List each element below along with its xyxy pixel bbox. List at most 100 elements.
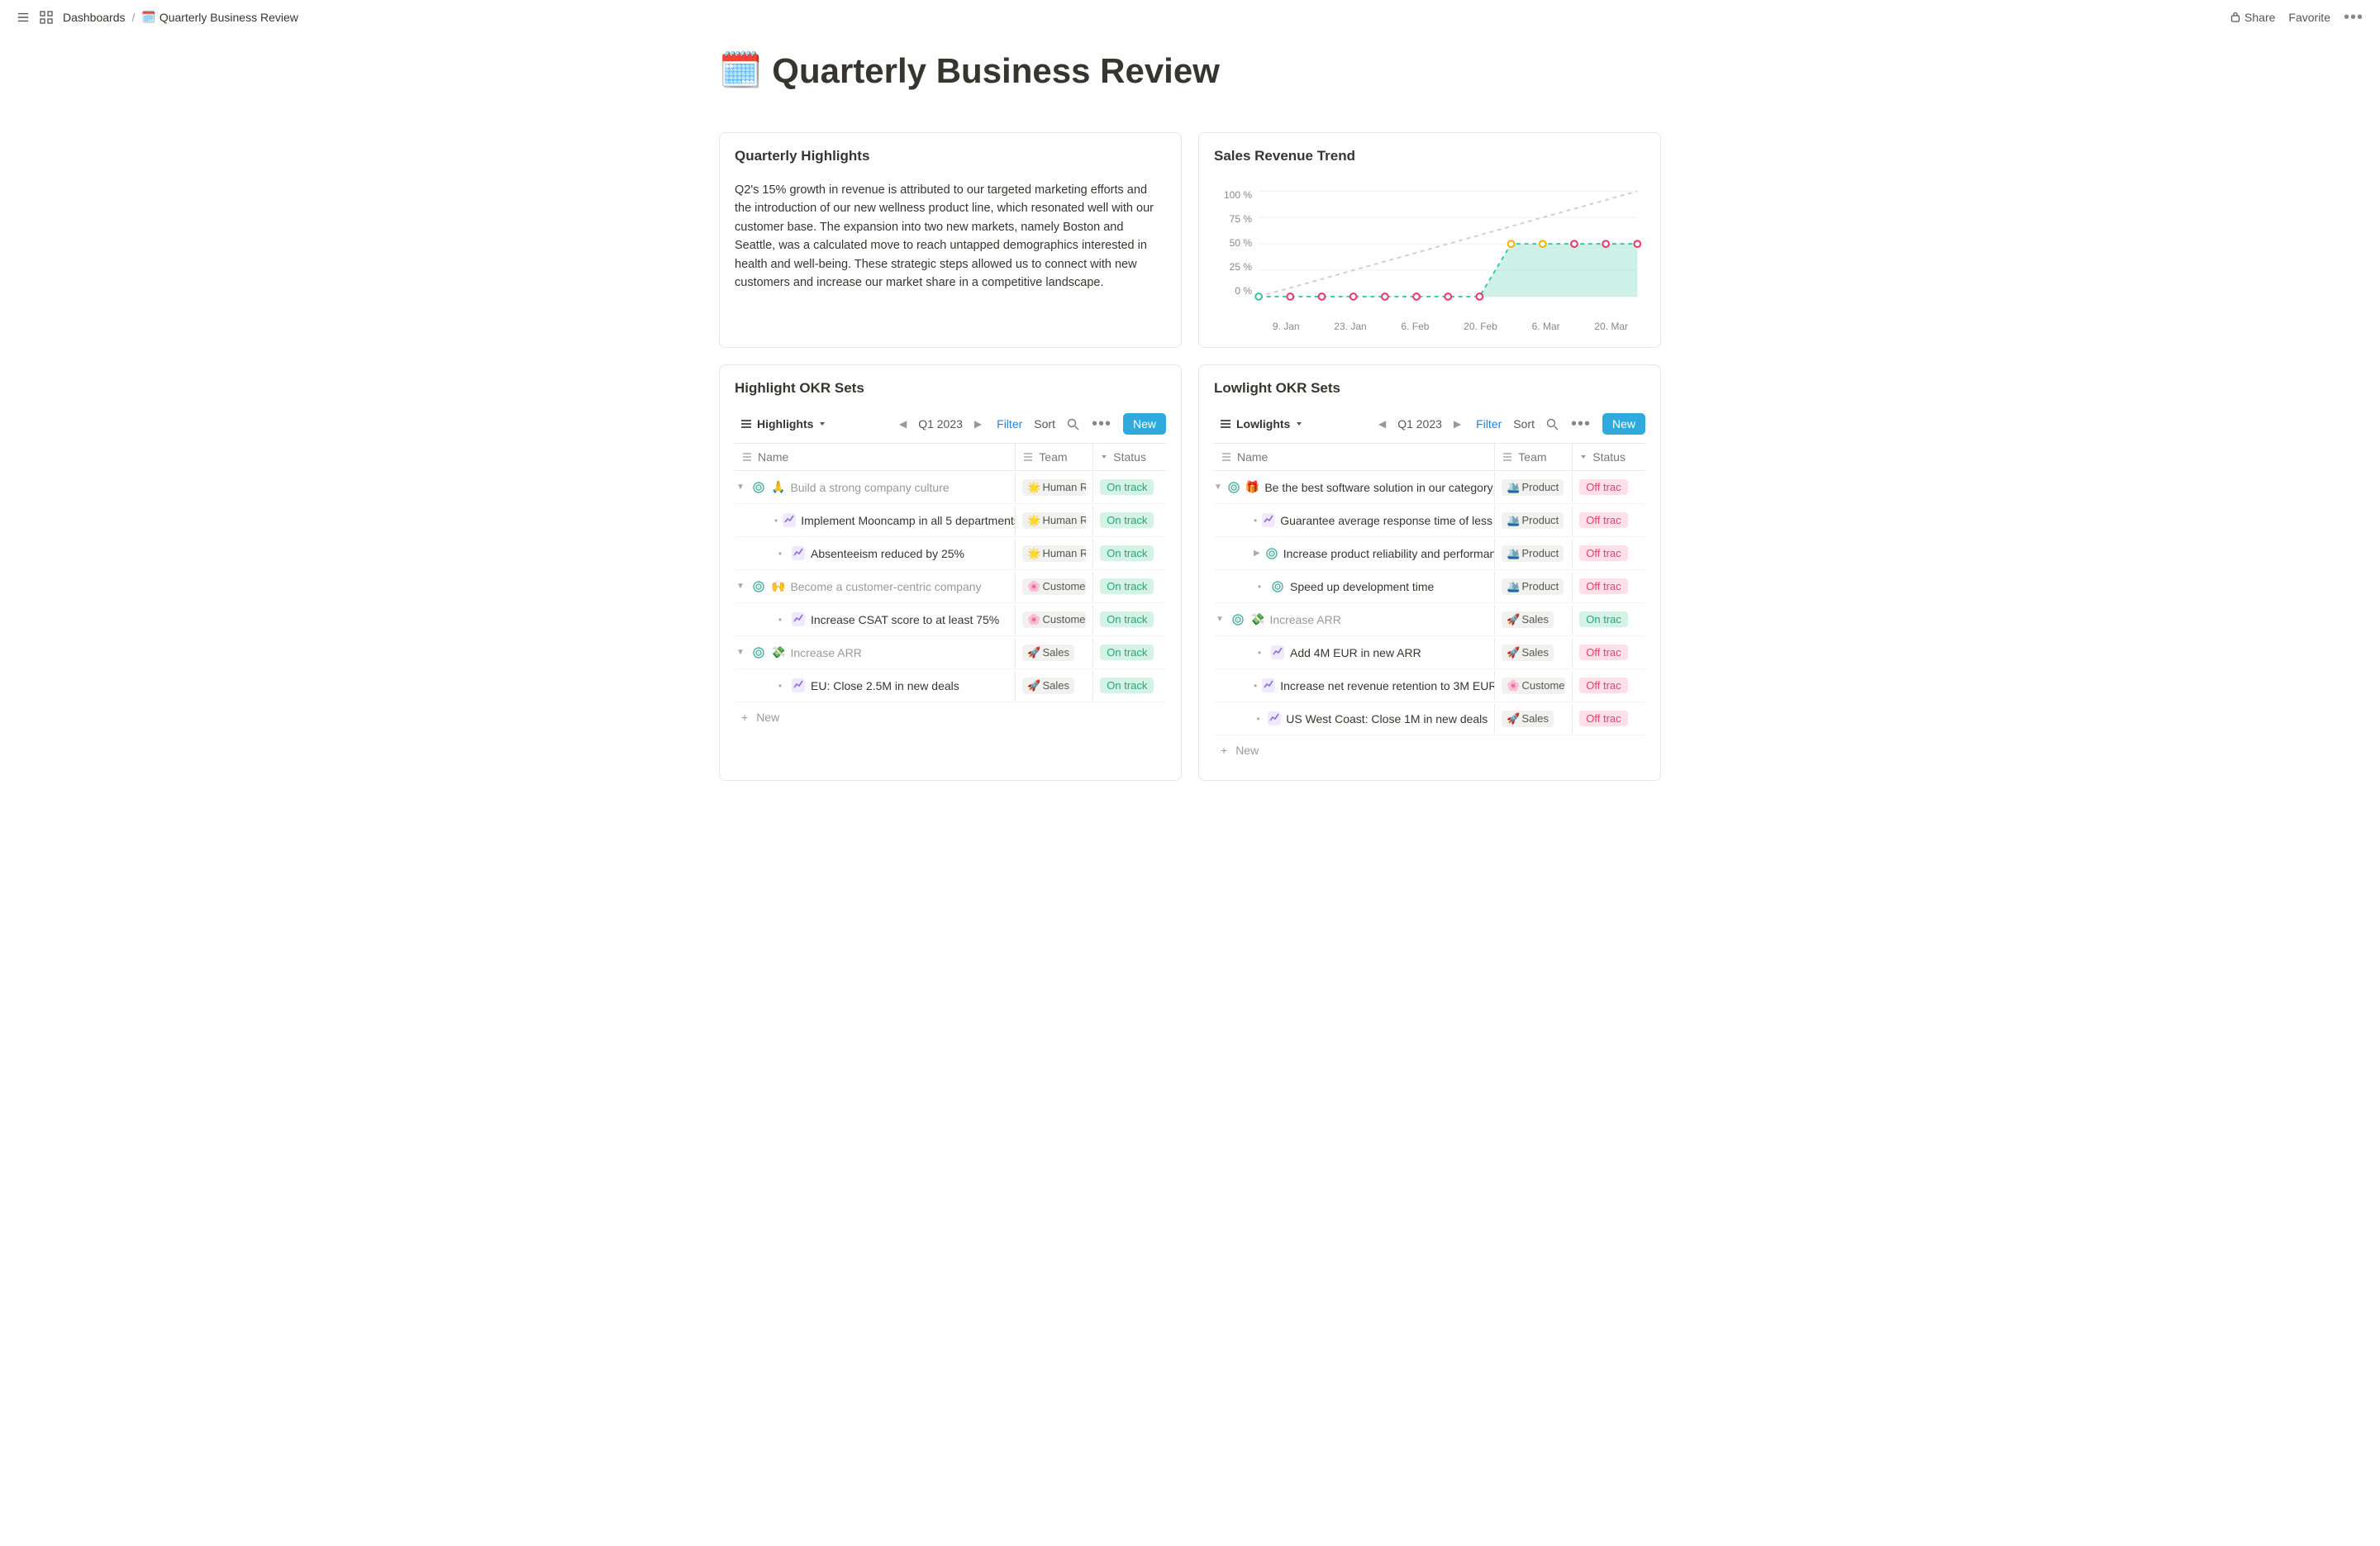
sales-trend-card: Sales Revenue Trend 100 %75 %50 %25 %0 %… <box>1198 132 1661 348</box>
col-team[interactable]: Team <box>1494 444 1572 470</box>
new-row-button[interactable]: + New <box>1214 735 1645 765</box>
bullet-icon: • <box>774 515 778 526</box>
chart-x-axis: 9. Jan23. Jan6. Feb20. Feb6. Mar20. Mar <box>1214 321 1645 332</box>
new-row-label: New <box>756 711 779 724</box>
period-next-icon[interactable]: ▶ <box>971 415 985 433</box>
toolbar-more-icon[interactable]: ••• <box>1092 420 1111 428</box>
table-row[interactable]: •Absenteeism reduced by 25%🌟Human ResOn … <box>735 537 1166 570</box>
chart-icon <box>1268 711 1281 726</box>
topbar: Dashboards / 🗓️ Quarterly Business Revie… <box>0 0 2380 34</box>
row-name: Increase product reliability and perform… <box>1283 547 1495 560</box>
toggle-icon[interactable]: ▼ <box>735 582 746 591</box>
col-name[interactable]: Name <box>735 444 1015 470</box>
table-row[interactable]: ▶ Increase product reliability and perfor… <box>1214 537 1645 570</box>
team-tag: 🛳️Product <box>1502 545 1564 562</box>
table-row[interactable]: •Implement Mooncamp in all 5 departments… <box>735 504 1166 537</box>
breadcrumb-root[interactable]: Dashboards <box>63 11 126 24</box>
highlight-view-selector[interactable]: Highlights <box>735 413 832 435</box>
toggle-icon[interactable]: ▼ <box>735 483 746 492</box>
row-name: US West Coast: Close 1M in new deals <box>1286 712 1488 725</box>
col-status[interactable]: Status <box>1092 444 1166 470</box>
status-badge: Off trac <box>1579 645 1627 660</box>
row-name: Increase ARR <box>790 646 861 659</box>
lowlight-rows: ▼🎁Be the best software solution in our c… <box>1214 471 1645 735</box>
table-row[interactable]: ▼💸Increase ARR🚀SalesOn track <box>735 636 1166 669</box>
target-icon <box>1230 612 1245 627</box>
new-button[interactable]: New <box>1123 413 1166 435</box>
share-button[interactable]: Share <box>2230 11 2275 24</box>
row-name: Increase ARR <box>1269 613 1340 626</box>
row-emoji: 💸 <box>1250 612 1264 626</box>
filter-button[interactable]: Filter <box>1476 417 1502 431</box>
highlight-rows: ▼🙏Build a strong company culture🌟Human R… <box>735 471 1166 702</box>
team-tag: 🛳️Product <box>1502 479 1564 496</box>
plus-icon: + <box>741 711 748 724</box>
team-tag: 🌸Customer S <box>1022 611 1086 628</box>
table-row[interactable]: •EU: Close 2.5M in new deals🚀SalesOn tra… <box>735 669 1166 702</box>
highlight-okr-card: Highlight OKR Sets Highlights ◀ Q1 2023 … <box>719 364 1182 781</box>
new-button[interactable]: New <box>1602 413 1645 435</box>
breadcrumb-current[interactable]: 🗓️ Quarterly Business Review <box>141 10 298 24</box>
period-next-icon[interactable]: ▶ <box>1450 415 1464 433</box>
toggle-icon[interactable]: ▼ <box>1214 483 1222 492</box>
highlights-title: Quarterly Highlights <box>735 148 1166 164</box>
chart-icon <box>1262 513 1275 528</box>
sales-trend-title: Sales Revenue Trend <box>1214 148 1645 164</box>
status-badge: On track <box>1100 611 1154 627</box>
favorite-button[interactable]: Favorite <box>2288 11 2330 24</box>
sales-trend-chart: 100 %75 %50 %25 %0 % 9. Jan23. Jan6. Feb… <box>1214 181 1645 332</box>
toggle-icon[interactable]: ▶ <box>1254 549 1260 558</box>
period-label[interactable]: Q1 2023 <box>918 417 963 431</box>
team-tag: 🛳️Product <box>1502 578 1564 595</box>
table-row[interactable]: •Guarantee average response time of less… <box>1214 504 1645 537</box>
grid-icon[interactable] <box>40 11 53 24</box>
toggle-icon[interactable]: ▼ <box>735 648 746 657</box>
period-label[interactable]: Q1 2023 <box>1397 417 1442 431</box>
breadcrumb: Dashboards / 🗓️ Quarterly Business Revie… <box>63 10 298 24</box>
new-row-button[interactable]: + New <box>735 702 1166 732</box>
table-row[interactable]: ▼🙌Become a customer-centric company🌸Cust… <box>735 570 1166 603</box>
breadcrumb-emoji: 🗓️ <box>141 10 155 24</box>
table-row[interactable]: •Increase CSAT score to at least 75%🌸Cus… <box>735 603 1166 636</box>
target-icon <box>1270 579 1285 594</box>
lowlight-okr-card: Lowlight OKR Sets Lowlights ◀ Q1 2023 ▶ … <box>1198 364 1661 781</box>
search-icon[interactable] <box>1546 417 1559 431</box>
table-row[interactable]: •Add 4M EUR in new ARR🚀SalesOff trac <box>1214 636 1645 669</box>
status-badge: On track <box>1100 512 1154 528</box>
page-title: 🗓️ Quarterly Business Review <box>719 50 1661 91</box>
table-row[interactable]: ▼🙏Build a strong company culture🌟Human R… <box>735 471 1166 504</box>
status-badge: On track <box>1100 545 1154 561</box>
sort-button[interactable]: Sort <box>1513 417 1535 431</box>
new-row-label: New <box>1235 744 1259 757</box>
table-row[interactable]: •Increase net revenue retention to 3M EU… <box>1214 669 1645 702</box>
row-name: Increase net revenue retention to 3M EUR <box>1280 679 1494 692</box>
target-icon <box>751 480 766 495</box>
period-prev-icon[interactable]: ◀ <box>896 415 910 433</box>
col-name[interactable]: Name <box>1214 444 1494 470</box>
menu-icon[interactable] <box>17 11 30 24</box>
search-icon[interactable] <box>1067 417 1080 431</box>
toggle-icon[interactable]: ▼ <box>1214 615 1226 624</box>
row-name: Build a strong company culture <box>790 481 949 494</box>
lowlight-view-selector[interactable]: Lowlights <box>1214 413 1309 435</box>
row-name: Become a customer-centric company <box>790 580 981 593</box>
table-row[interactable]: •US West Coast: Close 1M in new deals🚀Sa… <box>1214 702 1645 735</box>
toolbar-more-icon[interactable]: ••• <box>1571 420 1591 428</box>
highlight-table-header: Name Team Status <box>735 443 1166 471</box>
row-name: Increase CSAT score to at least 75% <box>811 613 999 626</box>
status-badge: Off trac <box>1579 678 1627 693</box>
period-prev-icon[interactable]: ◀ <box>1375 415 1389 433</box>
more-icon[interactable]: ••• <box>2344 13 2363 21</box>
col-team[interactable]: Team <box>1015 444 1092 470</box>
filter-button[interactable]: Filter <box>997 417 1022 431</box>
chart-icon <box>1270 645 1285 660</box>
table-row[interactable]: •Speed up development time🛳️ProductOff t… <box>1214 570 1645 603</box>
team-tag: 🚀Sales <box>1502 611 1554 628</box>
table-row[interactable]: ▼🎁Be the best software solution in our c… <box>1214 471 1645 504</box>
col-status[interactable]: Status <box>1572 444 1645 470</box>
sort-button[interactable]: Sort <box>1034 417 1055 431</box>
bullet-icon: • <box>1254 515 1257 526</box>
status-badge: On trac <box>1579 611 1628 627</box>
table-row[interactable]: ▼ 💸 Increase ARR 🚀Sales On trac <box>1214 603 1645 636</box>
highlight-view-label: Highlights <box>757 417 813 431</box>
